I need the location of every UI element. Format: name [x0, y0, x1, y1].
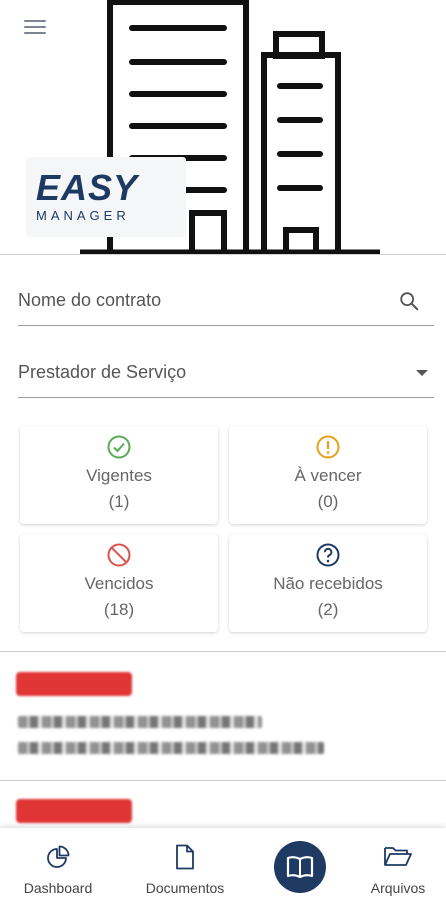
center-book-button[interactable] [274, 841, 326, 893]
pie-chart-icon [47, 845, 70, 868]
header-banner: EASY MANAGER [0, 0, 446, 255]
status-badge [16, 672, 132, 696]
ban-circle-icon [107, 543, 131, 567]
status-card-title: À vencer [294, 466, 362, 485]
status-card-title: Vigentes [86, 466, 152, 485]
status-badge [16, 799, 132, 823]
folder-open-icon [384, 847, 412, 866]
status-card-a-vencer[interactable]: À vencer (0) [229, 426, 427, 524]
easy-manager-logo: EASY MANAGER [26, 157, 186, 237]
status-card-vigentes[interactable]: Vigentes (1) [20, 426, 218, 524]
service-provider-select[interactable]: Prestador de Serviço [18, 352, 434, 398]
status-card-count: (0) [317, 492, 339, 511]
status-card-count: (18) [103, 600, 135, 619]
search-icon[interactable] [398, 290, 420, 312]
status-card-nao-recebidos[interactable]: Não recebidos (2) [229, 534, 427, 632]
service-provider-label: Prestador de Serviço [18, 362, 187, 382]
nav-documents[interactable]: Documentos [134, 828, 236, 900]
nav-dashboard[interactable]: Dashboard [10, 828, 106, 900]
status-card-count: (2) [317, 600, 339, 619]
contract-name-search-field[interactable]: Nome do contrato [18, 280, 434, 326]
nav-files[interactable]: Arquivos [360, 828, 436, 900]
hamburger-menu-icon[interactable] [22, 16, 48, 40]
exclamation-circle-icon [316, 435, 340, 459]
logo-main-text: EASY [36, 167, 139, 208]
nav-files-label: Arquivos [370, 880, 426, 896]
status-card-title: Não recebidos [273, 574, 383, 593]
book-icon [286, 856, 314, 879]
question-circle-icon [316, 543, 340, 567]
redacted-text [18, 716, 262, 728]
redacted-text [18, 742, 324, 754]
bottom-navigation: Dashboard Documentos Arquivos [0, 828, 446, 900]
contract-list-item[interactable] [0, 781, 446, 828]
caret-down-icon[interactable] [416, 370, 428, 376]
contract-name-label: Nome do contrato [18, 290, 162, 310]
check-circle-icon [107, 435, 131, 459]
status-card-count: (1) [108, 492, 130, 511]
nav-documents-label: Documentos [145, 880, 225, 896]
contract-list-item[interactable] [0, 652, 446, 780]
status-card-vencidos[interactable]: Vencidos (18) [20, 534, 218, 632]
document-icon [176, 844, 194, 870]
status-card-title: Vencidos [84, 574, 154, 593]
logo-sub-text: MANAGER [36, 208, 130, 223]
nav-dashboard-label: Dashboard [23, 880, 93, 896]
